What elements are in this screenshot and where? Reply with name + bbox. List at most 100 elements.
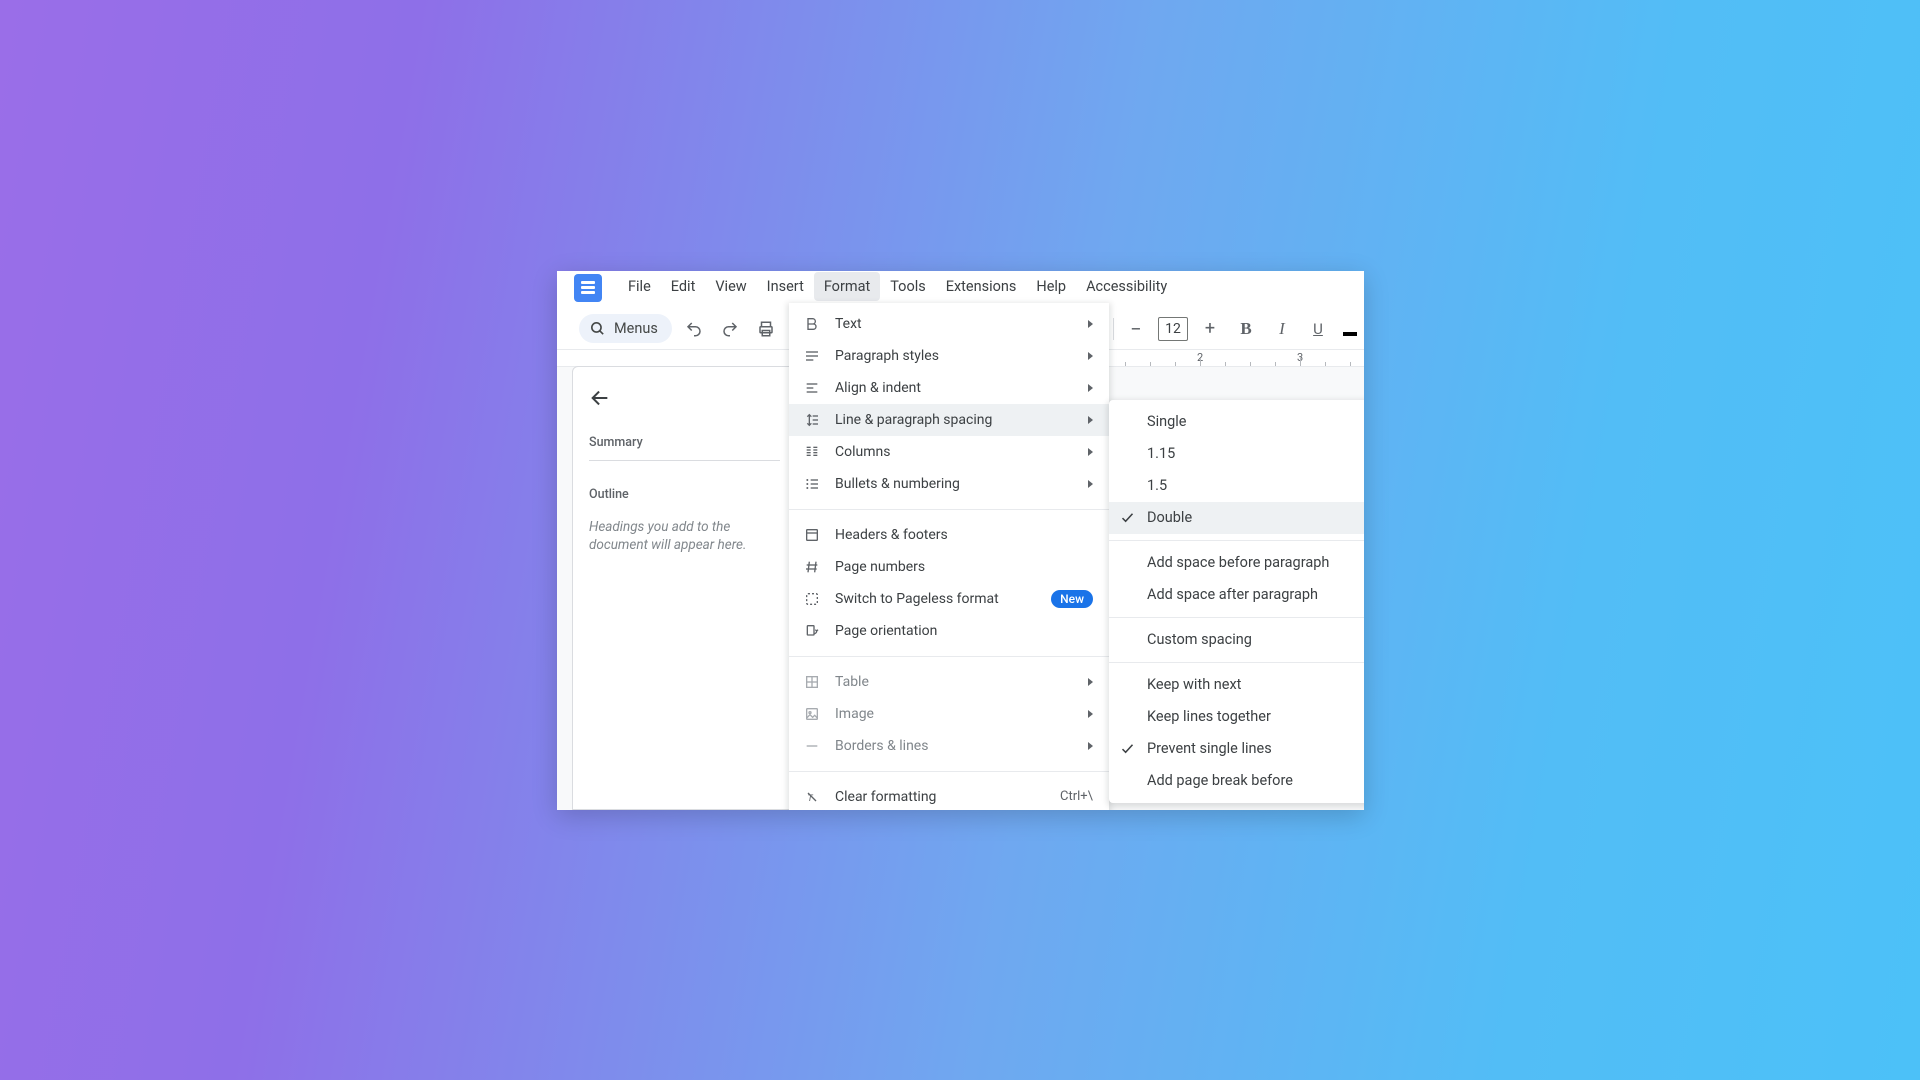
check-icon [1119,555,1135,571]
image-icon [803,705,821,723]
bullets-icon [803,475,821,493]
spacing-item-label: 1.5 [1147,477,1167,494]
hash-icon [803,558,821,576]
clear-icon: T [803,788,821,806]
menu-divider [789,771,1109,772]
submenu-arrow-icon [1088,352,1093,360]
font-size-increase[interactable]: + [1196,315,1224,343]
submenu-arrow-icon [1088,448,1093,456]
menu-search[interactable]: Menus [579,314,672,343]
format-item-label: Line & paragraph spacing [835,412,1074,428]
new-badge: New [1051,590,1093,608]
summary-heading: Summary [589,435,780,461]
align-icon [803,379,821,397]
headers-icon [803,526,821,544]
columns-icon [803,443,821,461]
bold-button[interactable]: B [1232,315,1260,343]
check-icon [1119,709,1135,725]
toolbar-right: … − 12 + B I U [1074,309,1360,349]
submenu-arrow-icon [1088,710,1093,718]
menu-extensions[interactable]: Extensions [936,272,1027,301]
spacing-item-custom-spacing[interactable]: Custom spacing [1109,624,1364,656]
undo-button[interactable] [680,315,708,343]
spacing-item-label: Add space after paragraph [1147,586,1318,603]
submenu-arrow-icon [1088,480,1093,488]
menu-help[interactable]: Help [1026,272,1076,301]
menu-format[interactable]: Format [814,272,880,301]
outline-heading: Outline [589,487,780,502]
format-item-bullets-numbering[interactable]: Bullets & numbering [789,468,1109,500]
print-button[interactable] [752,315,780,343]
submenu-arrow-icon [1088,384,1093,392]
underline-button[interactable]: U [1304,315,1332,343]
format-item-label: Paragraph styles [835,348,1074,364]
redo-button[interactable] [716,315,744,343]
format-item-align-indent[interactable]: Align & indent [789,372,1109,404]
shortcut-label: Ctrl+\ [1060,789,1093,804]
menu-tools[interactable]: Tools [880,272,936,301]
menu-edit[interactable]: Edit [661,272,706,301]
spacing-item-add-page-break-before[interactable]: Add page break before [1109,765,1364,797]
pageless-icon [803,590,821,608]
spacing-item-label: Add space before paragraph [1147,554,1329,571]
check-icon [1119,587,1135,603]
close-outline-button[interactable] [589,387,611,409]
menu-file[interactable]: File [618,272,661,301]
menu-divider [1109,662,1364,663]
text-color-button[interactable] [1340,315,1360,343]
format-item-text[interactable]: Text [789,308,1109,340]
format-item-headers-footers[interactable]: Headers & footers [789,519,1109,551]
format-item-label: Table [835,674,1074,690]
menu-divider [1109,617,1364,618]
font-size-input[interactable]: 12 [1158,317,1188,341]
format-item-label: Page orientation [835,623,1093,639]
format-item-label: Bullets & numbering [835,476,1074,492]
menubar: File Edit View Insert Format Tools Exten… [557,271,1364,303]
format-item-switch-to-pageless-format[interactable]: Switch to Pageless formatNew [789,583,1109,615]
check-icon [1119,446,1135,462]
para-styles-icon [803,347,821,365]
format-item-paragraph-styles[interactable]: Paragraph styles [789,340,1109,372]
format-item-label: Borders & lines [835,738,1074,754]
format-item-borders-lines: Borders & lines [789,730,1109,762]
format-item-label: Align & indent [835,380,1074,396]
font-size-decrease[interactable]: − [1122,315,1150,343]
spacing-item-add-space-after-paragraph[interactable]: Add space after paragraph [1109,579,1364,611]
menu-divider [789,656,1109,657]
submenu-arrow-icon [1088,742,1093,750]
check-icon [1119,478,1135,494]
spacing-item-label: Double [1147,509,1192,526]
spacing-item-1.15[interactable]: 1.15 [1109,438,1364,470]
spacing-item-label: Custom spacing [1147,631,1252,648]
menu-search-placeholder: Menus [614,320,658,337]
format-item-page-orientation[interactable]: Page orientation [789,615,1109,647]
format-item-columns[interactable]: Columns [789,436,1109,468]
spacing-item-keep-with-next[interactable]: Keep with next [1109,669,1364,701]
orientation-icon [803,622,821,640]
spacing-item-1.5[interactable]: 1.5 [1109,470,1364,502]
format-item-image: Image [789,698,1109,730]
spacing-item-keep-lines-together[interactable]: Keep lines together [1109,701,1364,733]
format-item-line-paragraph-spacing[interactable]: Line & paragraph spacing [789,404,1109,436]
format-item-table: Table [789,666,1109,698]
menu-view[interactable]: View [705,272,756,301]
bold-icon [803,315,821,333]
format-menu-dropdown: Text Paragraph styles Align & indent Line &… [789,303,1109,810]
menu-accessibility[interactable]: Accessibility [1076,272,1177,301]
italic-button[interactable]: I [1268,315,1296,343]
toolbar-separator [1113,318,1114,340]
format-item-label: Clear formatting [835,789,1046,805]
format-item-label: Headers & footers [835,527,1093,543]
check-icon [1119,510,1135,526]
spacing-item-label: Add page break before [1147,772,1293,789]
search-icon [589,320,606,337]
spacing-item-prevent-single-lines[interactable]: Prevent single lines [1109,733,1364,765]
format-item-clear-formatting[interactable]: T Clear formatting Ctrl+\ [789,781,1109,810]
format-item-label: Text [835,316,1074,332]
spacing-item-label: Keep with next [1147,676,1241,693]
spacing-item-single[interactable]: Single [1109,406,1364,438]
menu-insert[interactable]: Insert [757,272,814,301]
format-item-page-numbers[interactable]: Page numbers [789,551,1109,583]
spacing-item-add-space-before-paragraph[interactable]: Add space before paragraph [1109,547,1364,579]
spacing-item-double[interactable]: Double [1109,502,1364,534]
